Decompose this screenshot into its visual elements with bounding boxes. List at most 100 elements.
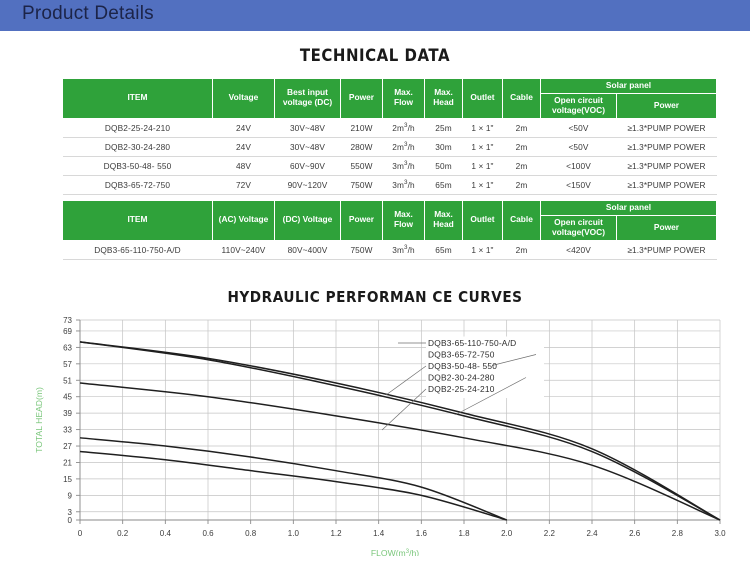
cell-voc: <100V	[540, 156, 617, 176]
y-axis-tick-label: 69	[63, 327, 72, 336]
col-header-voltage: Voltage	[212, 78, 275, 119]
col-header-best-input-voltage: Best input voltage (DC)	[274, 78, 341, 119]
col-header-ac-voltage: (AC) Voltage	[212, 200, 275, 241]
col-header-max-flow-line1: Max.	[394, 87, 413, 98]
cell-solar-power: ≥1.3*PUMP POWER	[616, 118, 717, 138]
x-axis-tick-label: 1.8	[458, 529, 470, 538]
x-axis-tick-label: 2.6	[629, 529, 641, 538]
cell-cable: 2m	[502, 137, 541, 157]
x-axis-tick-label: 0.8	[245, 529, 257, 538]
col-header-voc-line2: voltage(VOC)	[551, 226, 606, 237]
col-header-max-flow-line2: Flow	[393, 219, 414, 230]
cell-max-flow-unit: /h	[407, 160, 415, 171]
legend-label: DQB2-30-24-280	[428, 373, 495, 383]
col-header-max-head-line2: Head	[433, 97, 454, 108]
cell-voltage: 48V	[212, 156, 275, 176]
technical-data-heading: TECHNICAL DATA	[299, 46, 451, 66]
legend-label: DQB3-65-110-750-A/D	[428, 338, 516, 348]
col-header-outlet: Outlet	[462, 78, 503, 119]
chart-curve	[79, 382, 721, 521]
cell-max-flow-unit: /h	[407, 179, 415, 190]
col-header-power: Power	[340, 78, 383, 119]
cell-item: DQB2-30-24-280	[62, 137, 213, 157]
ac-dc-data-table: ITEM (AC) Voltage (DC) Voltage Power Max…	[62, 200, 717, 260]
cell-max-head: 65m	[424, 175, 463, 195]
y-axis-tick-label: 0	[68, 516, 73, 525]
y-axis-tick-label: 39	[63, 409, 72, 418]
cell-outlet: 1 × 1"	[462, 156, 503, 176]
chart-gridlines	[79, 319, 721, 521]
col-header-best-input-line1: Best input	[287, 87, 328, 98]
cell-best-input-voltage: 30V~48V	[274, 137, 341, 157]
cell-max-head: 25m	[424, 118, 463, 138]
cell-voc: <420V	[540, 240, 617, 260]
legend-label: DQB2-25-24-210	[428, 384, 495, 394]
ac-dc-data-table-body: DQB3-65-110-750-A/D 110V~240V 80V~400V 7…	[62, 240, 717, 260]
cell-power: 750W	[340, 240, 383, 260]
col-header-open-circuit-voltage: Open circuit voltage(VOC)	[540, 214, 617, 241]
technical-data-table: ITEM Voltage Best input voltage (DC) Pow…	[62, 78, 717, 195]
col-header-solar-panel-group: Solar panel	[540, 200, 717, 216]
hydraulic-performance-chart: 0 3 9 15 21 27 33 39 45 51 57 63 69 73 0 0.2 0.4 0.6 0.8 1.…	[0, 306, 750, 556]
col-header-voc-line1: Open circuit	[554, 216, 603, 227]
y-axis-tick-label: 33	[63, 426, 72, 435]
x-axis-tick-label: 1.2	[330, 529, 342, 538]
cell-outlet: 1 × 1"	[462, 118, 503, 138]
chart-axes	[76, 319, 721, 524]
cell-max-flow: 3m3/h	[382, 156, 425, 176]
x-axis-tick-label: 0.4	[160, 529, 172, 538]
cell-item: DQB3-65-72-750	[62, 175, 213, 195]
cell-voltage: 24V	[212, 137, 275, 157]
y-axis-tick-label: 63	[63, 343, 72, 352]
chart-tick-labels: 03915212733394551576369730 0.2 0.4 0.6 0.8 1.…	[63, 316, 726, 538]
x-axis-tick-label: 2.8	[672, 529, 684, 538]
x-axis-tick-label: 1.4	[373, 529, 385, 538]
cell-max-flow-num: 2m	[392, 122, 404, 133]
cell-voc: <150V	[540, 175, 617, 195]
x-axis-tick-label: 2.4	[586, 529, 598, 538]
cell-max-flow-num: 3m	[392, 160, 404, 171]
x-axis-tick-label: 0	[78, 529, 83, 538]
cell-outlet: 1 × 1"	[462, 137, 503, 157]
x-axis-tick-label: 0.2	[117, 529, 129, 538]
cell-power: 280W	[340, 137, 383, 157]
cell-max-flow-unit: /h	[407, 122, 415, 133]
legend-label: DQB3-65-72-750	[428, 350, 495, 360]
col-header-item: ITEM	[62, 200, 213, 241]
y-axis-tick-label: 57	[63, 360, 72, 369]
cell-best-input-voltage: 90V~120V	[274, 175, 341, 195]
cell-max-head: 65m	[424, 240, 463, 260]
col-header-power: Power	[340, 200, 383, 241]
table-row: DQB2-30-24-280 24V 30V~48V 280W 2m3/h 30…	[62, 137, 717, 157]
cell-power: 550W	[340, 156, 383, 176]
cell-power: 750W	[340, 175, 383, 195]
technical-data-table-body: DQB2-25-24-210 24V 30V~48V 210W 2m3/h 25…	[62, 118, 717, 195]
col-header-max-head-line1: Max.	[434, 209, 453, 220]
table-row: DQB3-50-48- 550 48V 60V~90V 550W 3m3/h 5…	[62, 156, 717, 176]
hydraulic-curves-heading: HYDRAULIC PERFORMAN CE CURVES	[227, 288, 523, 306]
cell-max-flow-num: 2m	[392, 141, 404, 152]
page-header-bar: Product Details	[0, 0, 750, 31]
y-axis-tick-label: 15	[63, 475, 72, 484]
cell-max-flow-num: 3m	[392, 179, 404, 190]
cell-max-flow: 3m3/h	[382, 175, 425, 195]
col-header-max-head-line2: Head	[433, 219, 454, 230]
chart-curve	[79, 341, 721, 521]
cell-power: 210W	[340, 118, 383, 138]
cell-solar-power: ≥1.3*PUMP POWER	[616, 175, 717, 195]
col-header-max-head: Max. Head	[424, 78, 463, 119]
cell-cable: 2m	[502, 118, 541, 138]
chart-axis-titles: TOTAL HEAD(m) FLOW(m3/h)	[34, 387, 419, 556]
x-axis-tick-label: 2.2	[544, 529, 556, 538]
cell-cable: 2m	[502, 175, 541, 195]
cell-solar-power: ≥1.3*PUMP POWER	[616, 137, 717, 157]
chart-curves	[79, 341, 721, 521]
page-title: Product Details	[22, 3, 154, 24]
col-header-open-circuit-voltage: Open circuit voltage(VOC)	[540, 92, 617, 119]
cell-max-head: 50m	[424, 156, 463, 176]
cell-cable: 2m	[502, 240, 541, 260]
x-axis-tick-label: 1.6	[416, 529, 428, 538]
col-header-solar-power: Power	[616, 92, 717, 119]
cell-outlet: 1 × 1"	[462, 175, 503, 195]
col-header-best-input-line2: voltage (DC)	[282, 97, 333, 108]
